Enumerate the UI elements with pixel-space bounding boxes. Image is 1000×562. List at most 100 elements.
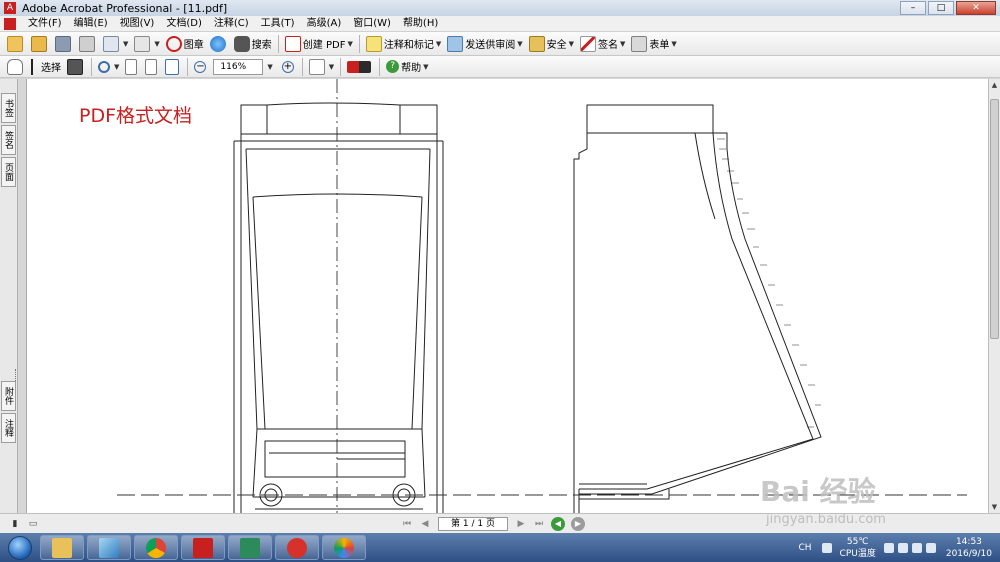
open-button[interactable] xyxy=(28,34,52,54)
zoom-out-button[interactable]: − xyxy=(191,57,211,77)
fit-width-button[interactable] xyxy=(162,57,184,77)
save-button[interactable] xyxy=(52,34,76,54)
tab-signatures[interactable]: 签名 xyxy=(1,125,16,155)
windows-logo-icon xyxy=(8,535,32,560)
taskbar-explorer[interactable] xyxy=(40,535,84,560)
windows-taskbar: CH 55℃ CPU温度 14:53 2016/9/10 xyxy=(0,533,1000,562)
help-label: 帮助 xyxy=(401,63,422,74)
chevron-down-icon: ▼ xyxy=(114,62,120,71)
acrobat-icon xyxy=(193,537,213,558)
chevron-down-icon: ▼ xyxy=(123,39,129,48)
menu-comments[interactable]: 注释(C) xyxy=(208,16,255,32)
scroll-up-arrow-icon[interactable]: ▲ xyxy=(989,79,1000,91)
secure-label: 安全 xyxy=(546,40,567,51)
attach-button[interactable]: ▼ xyxy=(131,34,162,54)
web-button[interactable] xyxy=(207,34,231,54)
taskbar-app-red[interactable] xyxy=(275,535,319,560)
options-icon[interactable]: ▭ xyxy=(26,517,40,531)
binoculars-icon xyxy=(233,35,250,52)
side-view xyxy=(573,104,822,513)
help-button[interactable]: ? 帮助 ▼ xyxy=(383,57,431,77)
previous-page-icon[interactable]: ◀ xyxy=(418,517,432,531)
forms-button[interactable]: 表单 ▼ xyxy=(628,34,679,54)
taskbar-paint[interactable] xyxy=(322,535,366,560)
snapshot-button[interactable] xyxy=(64,57,88,77)
power-icon[interactable] xyxy=(925,542,936,553)
menu-advanced[interactable]: 高级(A) xyxy=(301,16,348,32)
menu-document[interactable]: 文档(D) xyxy=(160,16,208,32)
next-view-icon[interactable]: ▶ xyxy=(571,516,585,531)
forms-label: 表单 xyxy=(649,40,670,51)
comment-markup-button[interactable]: 注释和标记 ▼ xyxy=(363,34,444,54)
stamp-icon xyxy=(165,35,182,52)
clock-date: 2016/9/10 xyxy=(945,548,992,559)
taskbar-chrome[interactable] xyxy=(134,535,178,560)
tab-pages[interactable]: 页面 xyxy=(1,157,16,187)
comment-note-icon xyxy=(365,35,382,52)
menu-edit[interactable]: 编辑(E) xyxy=(68,16,114,32)
close-button[interactable]: ✕ xyxy=(956,1,996,15)
create-pdf-button[interactable]: 创建 PDF ▼ xyxy=(282,34,356,54)
secure-button[interactable]: 安全 ▼ xyxy=(526,34,577,54)
new-document-icon xyxy=(7,35,23,52)
input-method-indicator[interactable]: CH xyxy=(798,543,811,553)
taskbar-acrobat[interactable] xyxy=(181,535,225,560)
last-page-icon[interactable]: ⏭ xyxy=(532,517,546,531)
sign-button[interactable]: 签名 ▼ xyxy=(577,34,628,54)
toolbar-divider xyxy=(301,57,303,76)
tab-attachments[interactable]: 附件 xyxy=(1,381,16,411)
select-tool-button[interactable]: 选择 xyxy=(28,57,64,77)
first-page-icon[interactable]: ⏮ xyxy=(400,517,414,531)
menu-window[interactable]: 窗口(W) xyxy=(347,16,397,32)
navigation-toggle-icon[interactable]: ▮ xyxy=(8,517,22,531)
plugin-button[interactable] xyxy=(344,57,376,77)
volume-icon[interactable] xyxy=(911,542,922,553)
toolbar-divider xyxy=(187,57,189,76)
tray-app-icon[interactable] xyxy=(821,542,832,553)
paperclip-icon xyxy=(134,35,151,52)
page-icon xyxy=(125,58,138,75)
front-view xyxy=(233,79,444,513)
cpu-temp-value: 55℃ xyxy=(846,536,869,547)
actual-size-button[interactable] xyxy=(122,57,142,77)
taskbar-app-green[interactable] xyxy=(228,535,272,560)
zoom-in-button[interactable]: + xyxy=(273,57,299,77)
print-button[interactable] xyxy=(76,34,100,54)
system-clock[interactable]: 14:53 2016/9/10 xyxy=(946,536,992,560)
menu-tools[interactable]: 工具(T) xyxy=(255,16,301,32)
send-review-button[interactable]: 发送供审阅 ▼ xyxy=(444,34,525,54)
next-page-icon[interactable]: ▶ xyxy=(514,517,528,531)
document-view[interactable]: PDF格式文档 xyxy=(26,79,988,513)
scrollbar-thumb[interactable] xyxy=(990,99,999,339)
start-button[interactable] xyxy=(0,533,40,562)
tab-comments[interactable]: 注释 xyxy=(1,413,16,443)
zoom-tool-button[interactable]: ▼ xyxy=(95,57,122,77)
minimize-button[interactable]: – xyxy=(900,1,926,15)
fit-page-button[interactable] xyxy=(142,57,162,77)
maximize-button[interactable]: □ xyxy=(928,1,954,15)
new-button[interactable] xyxy=(4,34,28,54)
acrobat-logo-icon: A xyxy=(4,2,16,14)
technical-drawing xyxy=(117,79,967,513)
chevron-down-icon: ▼ xyxy=(620,39,626,48)
hand-tool-button[interactable] xyxy=(4,57,28,77)
previous-view-icon[interactable]: ◀ xyxy=(551,516,565,531)
page-number-field[interactable]: 第 1 / 1 页 xyxy=(438,516,508,531)
chevron-down-icon: ▼ xyxy=(423,62,429,71)
menu-file[interactable]: 文件(F) xyxy=(22,16,68,32)
vertical-scrollbar[interactable]: ▲ ▼ xyxy=(988,79,1000,513)
form-icon xyxy=(631,35,648,52)
document-menu-icon[interactable] xyxy=(4,17,16,30)
taskbar-app-blue[interactable] xyxy=(87,535,131,560)
stamp-button[interactable]: 图章 xyxy=(163,34,207,54)
network-icon[interactable] xyxy=(883,542,894,553)
scroll-down-arrow-icon[interactable]: ▼ xyxy=(989,501,1000,513)
menu-help[interactable]: 帮助(H) xyxy=(397,16,444,32)
flag-icon[interactable] xyxy=(897,542,908,553)
menu-view[interactable]: 视图(V) xyxy=(114,16,161,32)
rotate-button[interactable]: ▼ xyxy=(306,57,337,77)
tab-bookmarks[interactable]: 书签 xyxy=(1,93,16,123)
zoom-input[interactable]: 116% xyxy=(213,58,264,75)
organize-button[interactable]: ▼ xyxy=(100,34,131,54)
search-button[interactable]: 搜索 xyxy=(231,34,275,54)
